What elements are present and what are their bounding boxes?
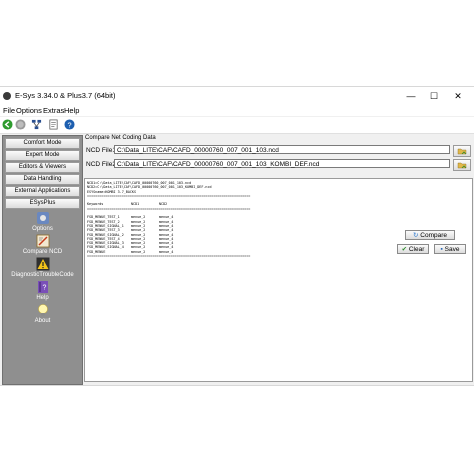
svg-text:?: ? — [42, 285, 46, 292]
folder-icon — [457, 148, 467, 155]
menu-file[interactable]: File — [3, 106, 15, 115]
sidebar-tool-about[interactable]: About — [3, 303, 82, 324]
stop-icon[interactable] — [15, 119, 26, 130]
browse-file2-button[interactable] — [453, 159, 471, 171]
sidebar: Comfort Mode Expert Mode Editors & Viewe… — [2, 135, 83, 385]
sidebar-tool-label: DiagnosticTroubleCode — [11, 272, 74, 278]
sidebar-tool-label: Help — [36, 295, 49, 301]
ncd-file1-field[interactable]: C:\Data_LITE\CAF\CAFD_00000760_007_001_1… — [114, 145, 450, 154]
clear-button-label: Clear — [408, 246, 425, 253]
sidebar-tool-label: About — [34, 318, 51, 324]
column-header-ncd1: NCD1 — [131, 202, 140, 207]
output-cell-keyword: FSD_MENUE — [87, 249, 106, 254]
window-title: E-Sys 3.34.0 & Plus3.7 (64bit) — [15, 91, 116, 100]
document-icon[interactable] — [48, 119, 59, 130]
folder-icon — [457, 162, 467, 169]
title-bar: E-Sys 3.34.0 & Plus3.7 (64bit) — ☐ ✕ — [0, 87, 474, 105]
compare-panel: Compare Net Coding Data NCD File1: C:\Da… — [83, 135, 473, 383]
toolbar: ? — [0, 117, 474, 134]
help-icon[interactable]: ? — [64, 119, 75, 130]
options-icon — [36, 212, 49, 224]
sidebar-editors-viewers[interactable]: Editors & Viewers — [5, 162, 80, 173]
compare-output[interactable]: NCD1=C:\Data_LITE\CAF\CAFD_00000760_007_… — [84, 178, 473, 382]
column-header-keywords: Keywords — [87, 202, 104, 207]
save-button-label: Save — [444, 246, 460, 253]
help-book-icon: ? — [37, 281, 48, 293]
menu-help[interactable]: Help — [64, 106, 79, 115]
network-icon[interactable] — [31, 119, 42, 130]
compare-button[interactable]: ↻ Compare — [405, 230, 455, 240]
sidebar-comfort-mode[interactable]: Comfort Mode — [5, 138, 80, 149]
clear-icon: ✔ — [401, 246, 408, 253]
sidebar-esysplus[interactable]: ESysPlus — [5, 198, 80, 209]
back-icon[interactable] — [2, 119, 13, 130]
menu-options[interactable]: Options — [16, 106, 42, 115]
minimize-button[interactable]: — — [400, 89, 422, 103]
maximize-button[interactable]: ☐ — [423, 89, 445, 103]
sidebar-tool-compare-ncd[interactable]: Compare NCD — [3, 234, 82, 255]
close-button[interactable]: ✕ — [447, 89, 469, 103]
menu-extras[interactable]: Extras — [43, 106, 64, 115]
group-label: Compare Net Coding Data — [85, 135, 156, 141]
output-column-headers: Keywords NCD1 NCD2 — [87, 202, 470, 206]
menu-bar: File Options Extras Help — [0, 105, 474, 116]
sidebar-tool-label: Compare NCD — [22, 249, 63, 255]
sidebar-tool-diagnostic-trouble-code[interactable]: DiagnosticTroubleCode — [3, 257, 82, 278]
compare-ncd-icon — [36, 234, 49, 248]
sidebar-tool-label: Options — [32, 226, 53, 232]
browse-file1-button[interactable] — [453, 145, 471, 157]
clear-button[interactable]: ✔ Clear — [397, 244, 429, 254]
warning-icon — [36, 257, 49, 271]
sidebar-external-applications[interactable]: External Applications — [5, 186, 80, 197]
sidebar-tool-options[interactable]: Options — [3, 211, 82, 232]
sidebar-expert-mode[interactable]: Expert Mode — [5, 150, 80, 161]
output-cell-ncd1: menue_2 — [131, 249, 146, 254]
sidebar-tool-help[interactable]: ? Help — [3, 280, 82, 301]
save-button[interactable]: ▪ Save — [434, 244, 466, 254]
compare-icon: ↻ — [413, 232, 419, 239]
svg-text:?: ? — [67, 120, 71, 129]
ncd-file2-field[interactable]: C:\Data_LITE\CAF\CAFD_00000760_007_001_1… — [114, 159, 450, 168]
sidebar-data-handling[interactable]: Data Handling — [5, 174, 80, 185]
esys-window: E-Sys 3.34.0 & Plus3.7 (64bit) — ☐ ✕ Fil… — [0, 86, 474, 386]
lightbulb-icon — [37, 304, 48, 316]
output-cell-ncd2: menue_4 — [159, 249, 174, 254]
column-header-ncd2: NCD2 — [159, 202, 168, 207]
compare-button-label: Compare — [420, 232, 447, 239]
save-icon: ▪ — [440, 246, 443, 253]
app-icon — [3, 92, 11, 100]
